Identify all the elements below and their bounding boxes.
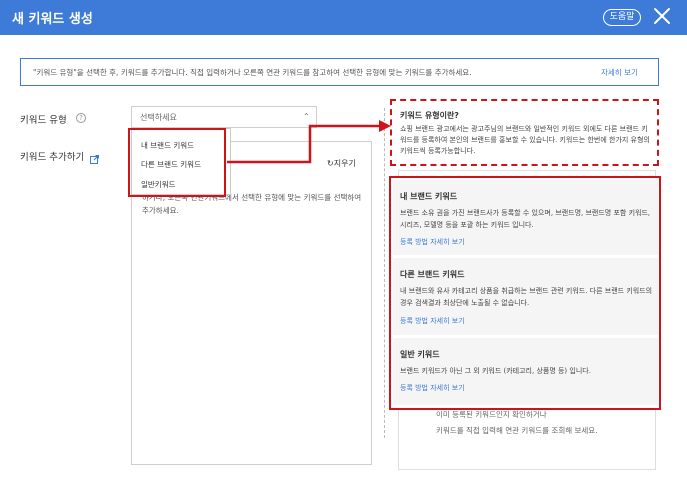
banner-text: "키워드 유형"을 선택한 후, 키워드를 추가합니다. 직접 입력하거나 오른… xyxy=(33,68,472,77)
keyword-type-tooltip: 키워드 유형이란? 쇼핑 브랜드 광고에서는 광고주님의 브랜드와 일반적인 키… xyxy=(390,99,659,166)
help-circle-icon[interactable]: ? xyxy=(76,113,86,123)
card-title: 내 브랜드 키워드 xyxy=(400,192,458,201)
keyword-add-label: 키워드 추가하기 xyxy=(20,152,85,163)
tooltip-title: 키워드 유형이란? xyxy=(400,111,459,120)
card-title: 다른 브랜드 키워드 xyxy=(400,270,465,279)
card-register-link[interactable]: 등록 방법 자세히 보기 xyxy=(400,237,465,247)
dialog-header xyxy=(0,0,687,35)
card-general: 일반 키워드 브랜드 키워드가 아닌 그 외 키워드 (카테고리, 상품명 등)… xyxy=(393,338,658,406)
keyword-type-label: 키워드 유형 xyxy=(20,115,67,126)
card-body: 내 브랜드와 유사 카테고리 상품을 취급하는 브랜드 관련 키워드. 다른 브… xyxy=(400,287,653,307)
card-register-link[interactable]: 등록 방법 자세히 보기 xyxy=(400,383,465,393)
card-my-brand: 내 브랜드 키워드 브랜드 소유 권을 가진 브랜드사가 등록할 수 있으며, … xyxy=(393,180,658,256)
select-value: 선택하세요 xyxy=(140,113,177,122)
card-title: 일반 키워드 xyxy=(400,350,440,359)
tooltip-body: 쇼핑 브랜드 광고에서는 광고주님의 브랜드와 일반적인 키워드 외에도 다른 … xyxy=(400,125,650,155)
card-other-brand: 다른 브랜드 키워드 내 브랜드와 유사 카테고리 상품을 취급하는 브랜드 관… xyxy=(393,258,658,336)
keyword-type-cards: 내 브랜드 키워드 브랜드 소유 권을 가진 브랜드사가 등록할 수 있으며, … xyxy=(389,176,661,410)
card-register-link[interactable]: 등록 방법 자세히 보기 xyxy=(400,316,465,326)
dialog-title: 새 키워드 생성 xyxy=(12,12,93,27)
dropdown-highlight-box xyxy=(128,128,226,197)
card-body: 브랜드 소유 권을 가진 브랜드사가 등록할 수 있으며, 브랜드명, 브랜드명… xyxy=(400,209,651,229)
close-icon[interactable] xyxy=(651,5,673,27)
annotation-arrow xyxy=(227,120,391,164)
banner-detail-link[interactable]: 자세히 보기 xyxy=(601,67,638,78)
help-button[interactable]: 도움말 xyxy=(603,9,641,26)
panel-hint-line1: 이미 등록된 키워드인지 확인하거나 xyxy=(436,410,547,419)
info-banner: "키워드 유형"을 선택한 후, 키워드를 추가합니다. 직접 입력하거나 오른… xyxy=(20,58,659,86)
panel-hint-line2: 키워드를 직접 입력해 연관 키워드를 조회해 보세요. xyxy=(436,426,598,435)
card-body: 브랜드 키워드가 아닌 그 외 키워드 (카테고리, 상품명 등) 입니다. xyxy=(400,367,591,375)
external-link-icon[interactable] xyxy=(90,149,99,164)
